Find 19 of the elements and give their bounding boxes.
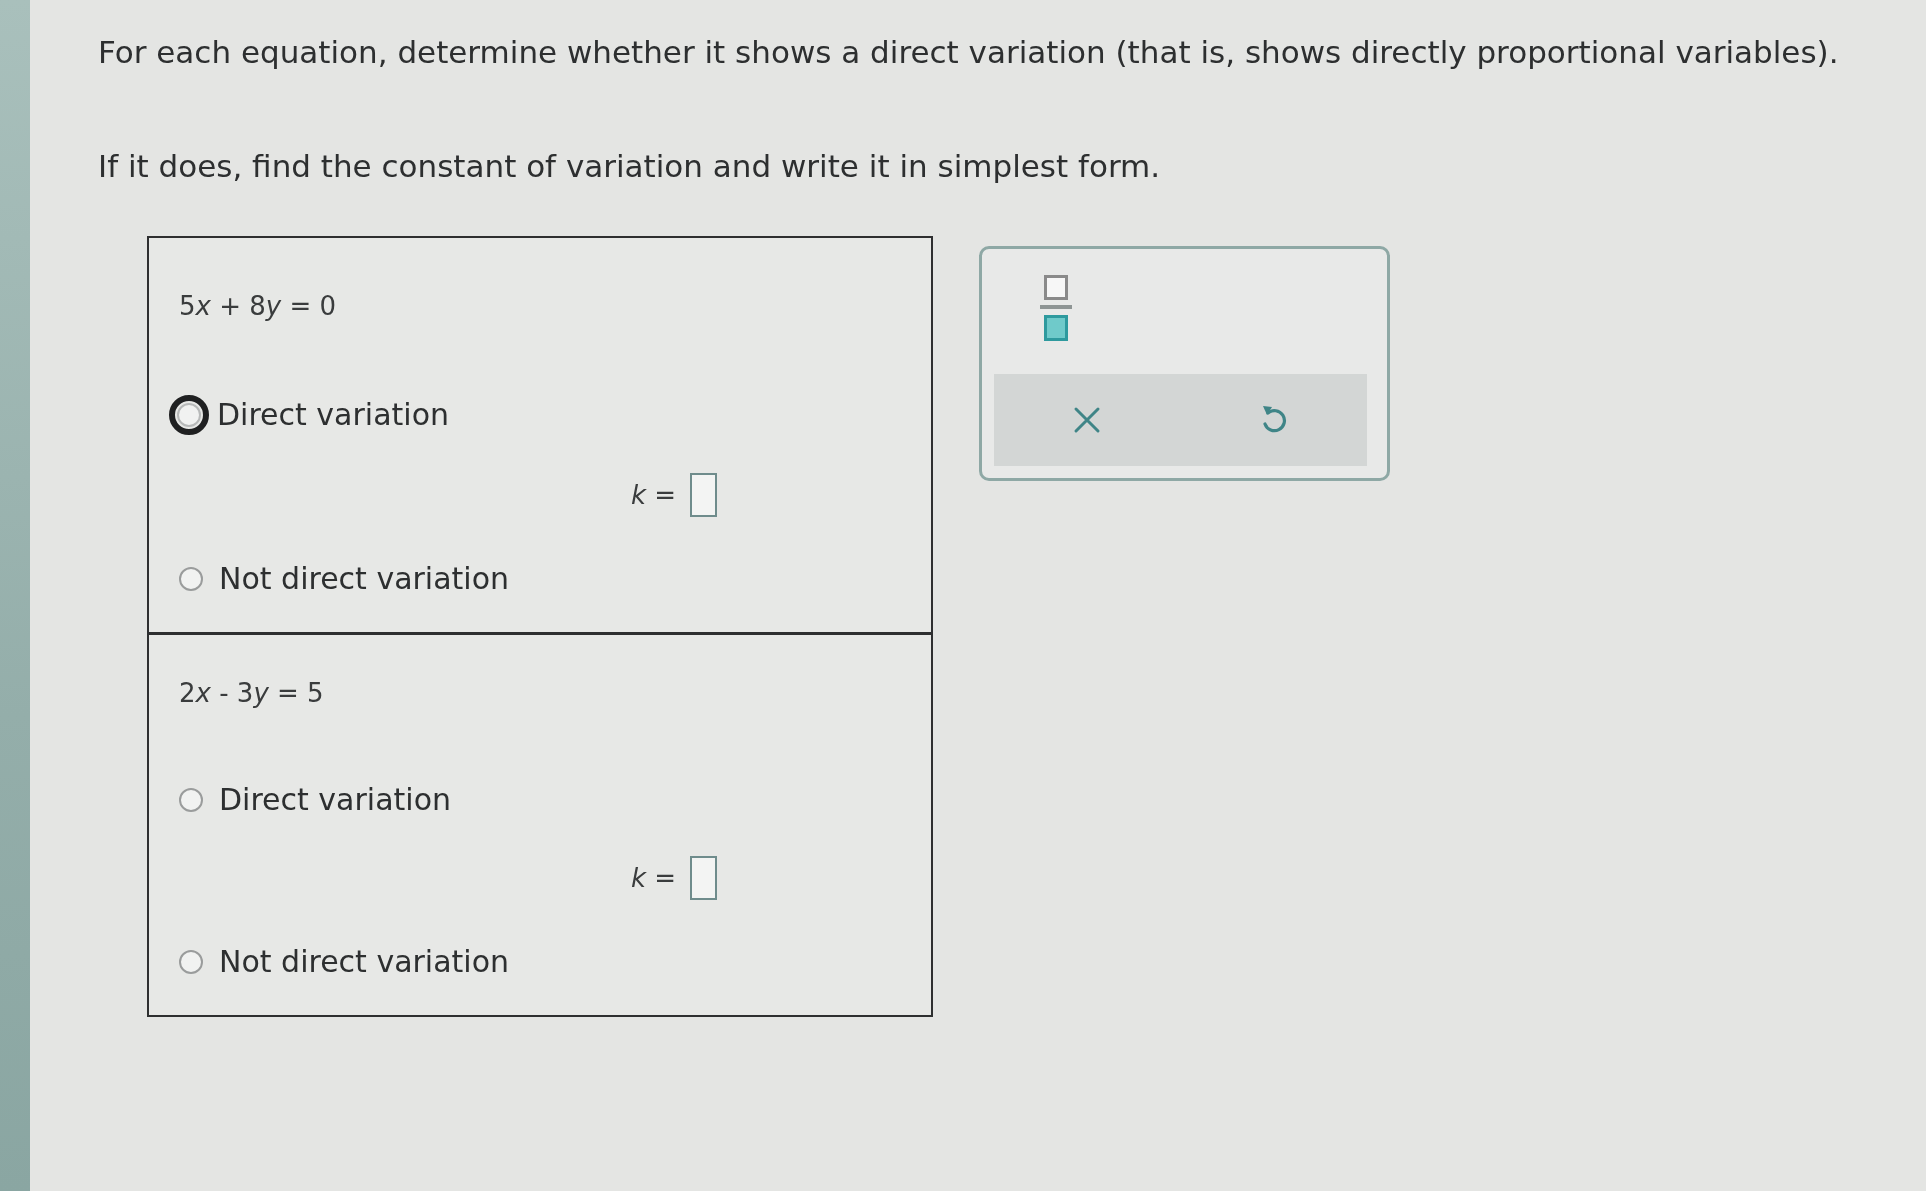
fraction-template-icon: [1040, 275, 1072, 341]
variable-label: k =: [631, 479, 677, 511]
instruction-text: If it does, find the constant of variation and write it in simplest form.: [98, 147, 1162, 186]
radio-option[interactable]: Direct variation: [179, 395, 450, 435]
variable-label: k =: [631, 862, 677, 894]
radio-circle-icon[interactable]: [179, 567, 203, 591]
radio-option[interactable]: Not direct variation: [179, 944, 510, 980]
equation-text: 2x - 3y = 5: [179, 677, 324, 709]
radio-option[interactable]: Not direct variation: [179, 561, 510, 597]
radio-circle-icon[interactable]: [179, 788, 203, 812]
fraction-button[interactable]: [1038, 273, 1074, 343]
close-icon: [1073, 406, 1102, 434]
answer-box[interactable]: [690, 473, 718, 517]
answer-box[interactable]: [690, 856, 718, 900]
radio-circle-icon[interactable]: [179, 950, 203, 974]
radio-option[interactable]: Direct variation: [179, 782, 452, 818]
instruction-text: For each equation, determine whether it shows a direct variation (that is, shows directly proportional variables).: [98, 33, 1840, 72]
equation-text: 5x + 8y = 0: [179, 290, 337, 322]
radio-circle-icon[interactable]: [177, 403, 201, 427]
